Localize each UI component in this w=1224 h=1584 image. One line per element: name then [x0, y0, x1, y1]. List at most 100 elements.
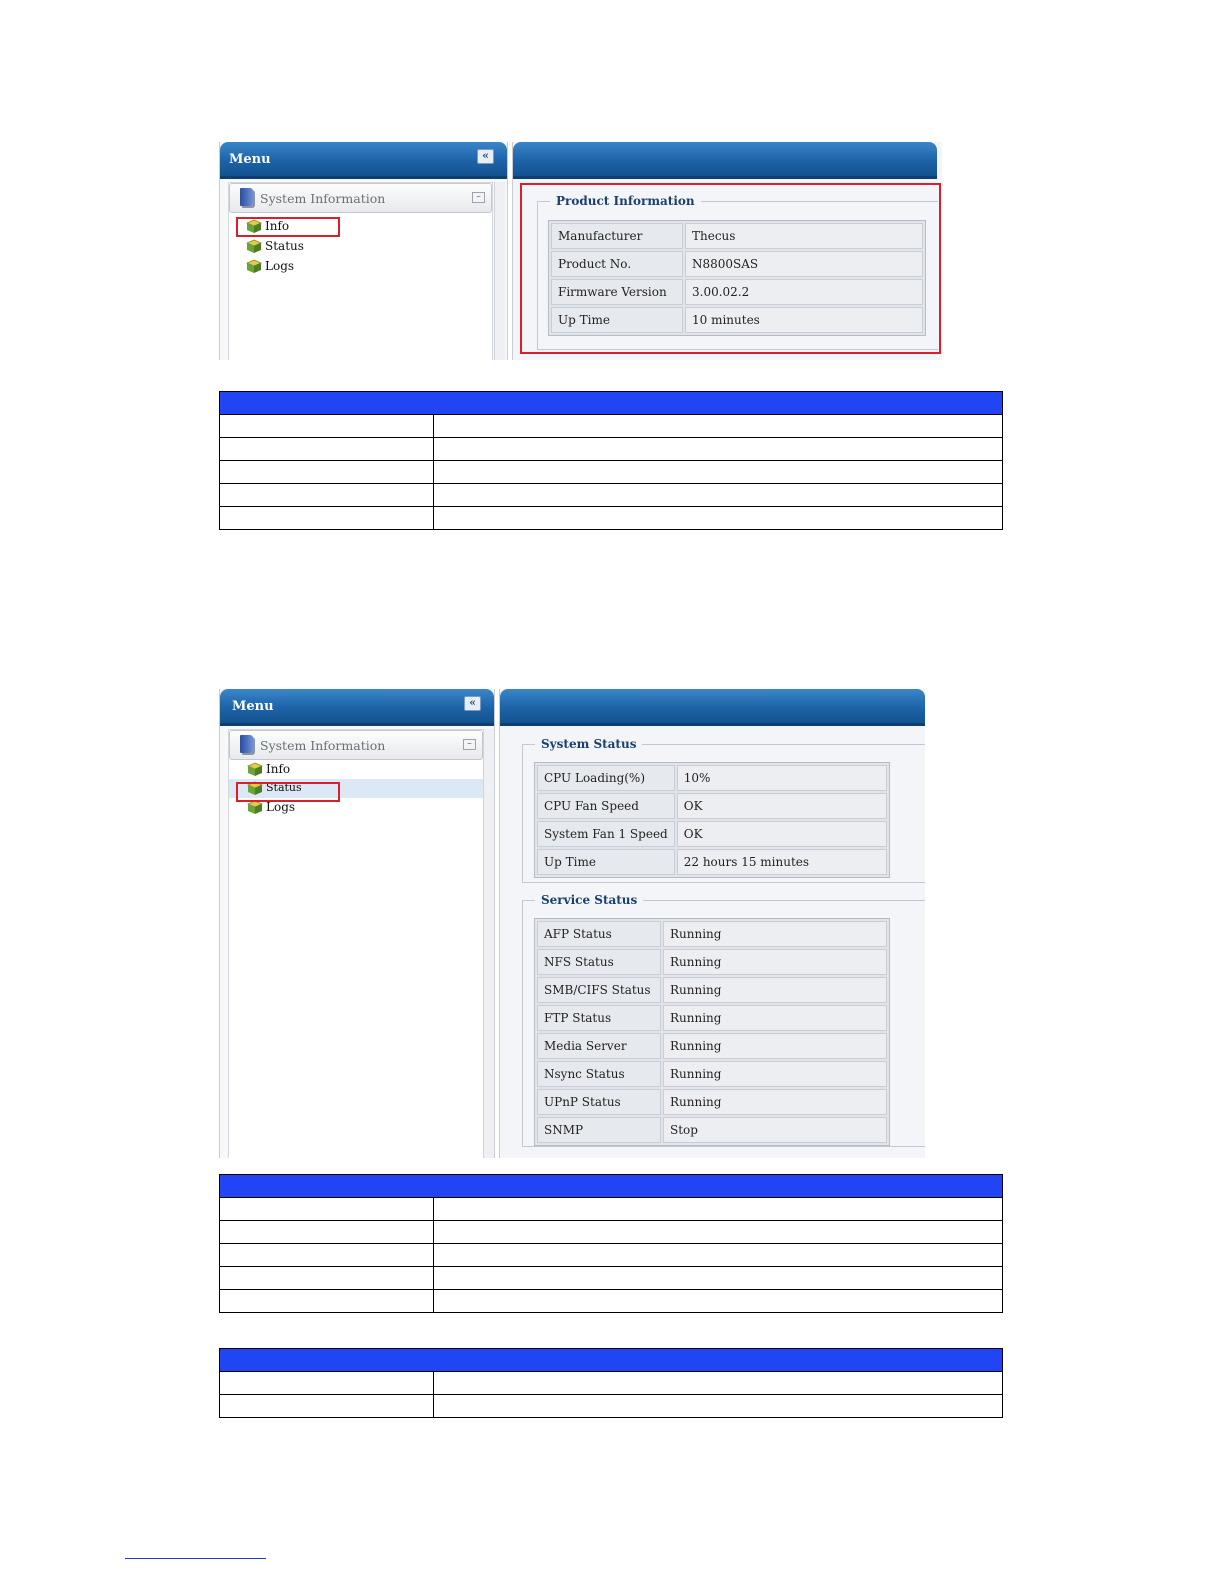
table-row: SNMP Stop	[537, 1117, 887, 1143]
table-cell	[219, 460, 434, 484]
menu-scrollbar[interactable]	[494, 182, 505, 360]
service-key: UPnP Status	[537, 1089, 661, 1115]
service-status-table: AFP Status Running NFS Status Running SMB/…	[534, 918, 890, 1146]
table-row: Media Server Running	[537, 1033, 887, 1059]
status-key: CPU Fan Speed	[537, 793, 675, 819]
doc-table-service-status	[219, 1348, 1003, 1418]
table-cell	[433, 1197, 1003, 1221]
double-chevron-left-icon[interactable]: «	[477, 149, 494, 164]
doc-table-header	[219, 391, 1003, 415]
screenshot-info: Menu « System Information – Info Status …	[219, 142, 942, 360]
service-state-link[interactable]: Running	[663, 921, 887, 947]
table-row	[219, 1243, 1003, 1267]
system-status-legend: System Status	[541, 737, 637, 751]
menu-title: Menu	[229, 152, 271, 167]
doc-table-header	[219, 1348, 1003, 1372]
service-key: Nsync Status	[537, 1061, 661, 1087]
cube-icon	[246, 239, 262, 253]
status-value: OK	[676, 821, 887, 847]
status-value: 22 hours 15 minutes	[676, 849, 887, 875]
header-cell	[219, 391, 1003, 415]
table-cell	[433, 414, 1003, 438]
table-row	[219, 1197, 1003, 1221]
cube-icon	[247, 762, 263, 776]
table-cell	[219, 483, 434, 507]
service-state-link[interactable]: Running	[663, 1005, 887, 1031]
collapse-minus-icon[interactable]: –	[463, 739, 476, 750]
cube-icon	[247, 800, 263, 814]
table-cell	[219, 1289, 434, 1313]
table-cell	[219, 1371, 434, 1395]
highlight-box-product-info	[520, 183, 941, 354]
table-cell	[219, 1197, 434, 1221]
double-chevron-left-icon[interactable]: «	[464, 696, 481, 711]
highlight-box-status	[236, 782, 340, 802]
table-row: Nsync Status Running	[537, 1061, 887, 1087]
table-row: NFS Status Running	[537, 949, 887, 975]
status-key: Up Time	[537, 849, 675, 875]
menu-panel: Menu « System Information – Info Status …	[219, 689, 495, 1158]
service-state-link[interactable]: Running	[663, 949, 887, 975]
table-row: Up Time 22 hours 15 minutes	[537, 849, 887, 875]
tree-item-label: Status	[265, 239, 304, 253]
table-row	[219, 1220, 1003, 1244]
table-cell	[219, 1394, 434, 1418]
table-cell	[219, 414, 434, 438]
tree-root-label: System Information	[260, 191, 386, 206]
service-state-link[interactable]: Running	[663, 1033, 887, 1059]
cube-icon	[246, 259, 262, 273]
menu-header: Menu «	[220, 689, 494, 726]
service-key: FTP Status	[537, 1005, 661, 1031]
menu-scrollbar[interactable]	[483, 729, 494, 1158]
service-key: SMB/CIFS Status	[537, 977, 661, 1003]
content-panel: System Status CPU Loading(%) 10% CPU Fan …	[499, 689, 925, 1158]
status-key: System Fan 1 Speed	[537, 821, 675, 847]
table-cell	[433, 483, 1003, 507]
service-state-link[interactable]: Stop	[663, 1117, 887, 1143]
doc-table-header	[219, 1174, 1003, 1198]
table-cell	[433, 1289, 1003, 1313]
tree-root-system-information[interactable]: System Information –	[229, 183, 492, 213]
table-row: CPU Loading(%) 10%	[537, 765, 887, 791]
table-row	[219, 483, 1003, 507]
tree-item-label: Info	[266, 762, 291, 776]
table-cell	[433, 1371, 1003, 1395]
table-cell	[219, 506, 434, 530]
table-row: FTP Status Running	[537, 1005, 887, 1031]
table-cell	[433, 437, 1003, 461]
header-cell	[219, 1174, 1003, 1198]
service-state-link[interactable]: Running	[663, 977, 887, 1003]
screenshot-status: Menu « System Information – Info Status …	[219, 689, 925, 1158]
table-cell	[433, 1394, 1003, 1418]
service-key: Media Server	[537, 1033, 661, 1059]
table-row	[219, 1266, 1003, 1290]
table-row	[219, 1371, 1003, 1395]
service-key: NFS Status	[537, 949, 661, 975]
table-row: AFP Status Running	[537, 921, 887, 947]
table-row: CPU Fan Speed OK	[537, 793, 887, 819]
menu-title: Menu	[232, 699, 274, 714]
book-icon	[240, 188, 253, 206]
table-cell	[433, 460, 1003, 484]
table-cell	[433, 506, 1003, 530]
status-value: OK	[676, 793, 887, 819]
doc-table-system-status	[219, 1174, 1003, 1313]
tree-root-label: System Information	[260, 738, 386, 753]
tree-root-system-information[interactable]: System Information –	[229, 730, 483, 760]
table-row: SMB/CIFS Status Running	[537, 977, 887, 1003]
table-cell	[219, 1243, 434, 1267]
service-status-legend: Service Status	[541, 893, 638, 907]
collapse-minus-icon[interactable]: –	[472, 192, 485, 203]
tree-item-label: Logs	[266, 800, 296, 814]
book-icon	[240, 735, 253, 753]
service-state-link[interactable]: Running	[663, 1061, 887, 1087]
table-row	[219, 1394, 1003, 1418]
service-state-link[interactable]: Running	[663, 1089, 887, 1115]
menu-panel: Menu « System Information – Info Status …	[219, 142, 508, 360]
status-value: 10%	[676, 765, 887, 791]
menu-tree: System Information – Info Status Logs	[228, 182, 493, 360]
table-cell	[219, 1220, 434, 1244]
tree-item-label: Logs	[265, 259, 295, 273]
footnote-separator	[125, 1558, 266, 1559]
table-cell	[219, 437, 434, 461]
